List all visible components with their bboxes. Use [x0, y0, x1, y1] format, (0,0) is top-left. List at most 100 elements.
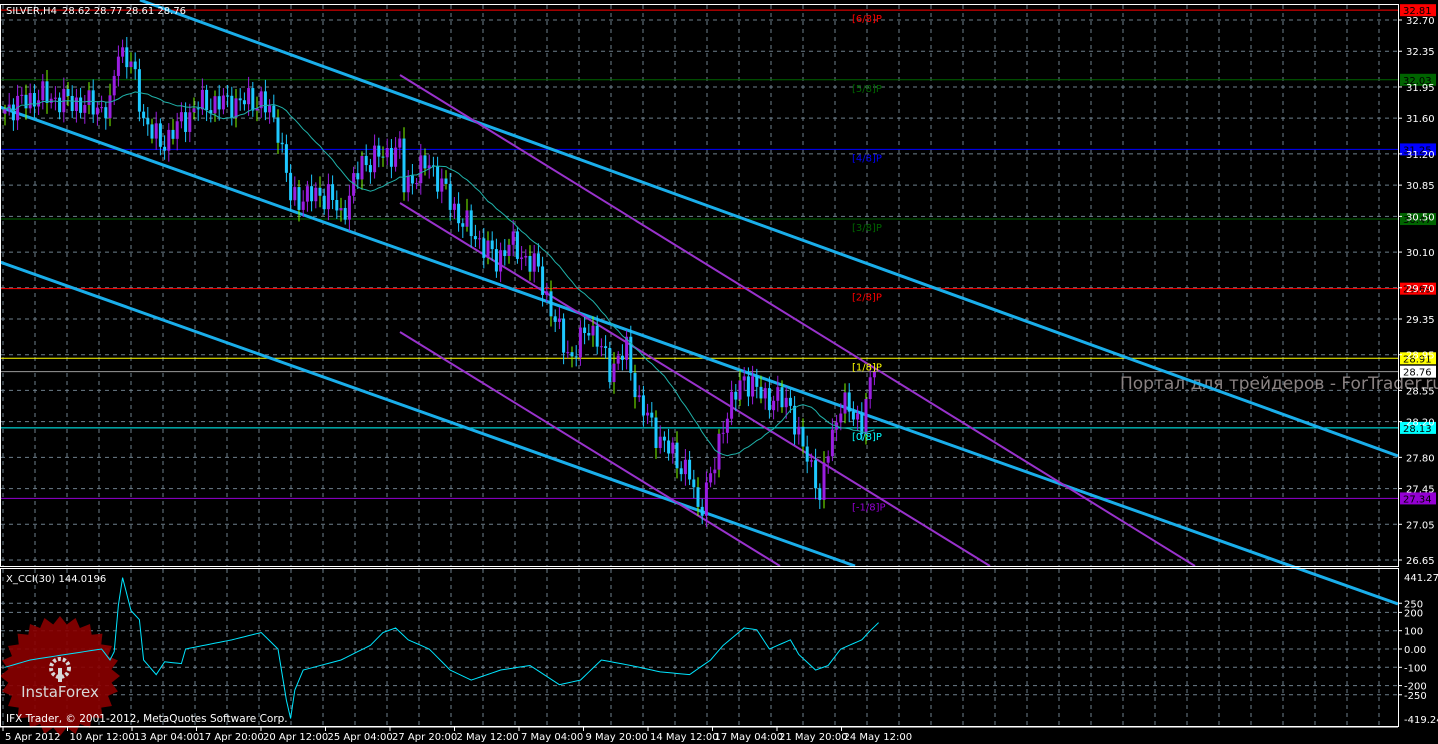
murrey-level-label: [-1/8]P: [852, 502, 886, 513]
pitchfork-lower-line[interactable]: [399, 331, 781, 567]
candle-body: [633, 372, 637, 398]
candle: [772, 395, 776, 420]
cci-label: X_CCI(30) 144.0196: [6, 574, 106, 585]
candle-body: [742, 376, 746, 381]
candle-body: [637, 395, 641, 398]
candle: [494, 238, 498, 278]
candle: [805, 435, 809, 474]
candle-body: [457, 203, 461, 224]
candle: [759, 375, 763, 404]
candle-body: [809, 460, 813, 462]
pitchfork-upper-line[interactable]: [399, 74, 1196, 567]
ohlc-label: 28.62 28.77 28.61 28.76: [62, 6, 186, 17]
candle: [406, 169, 410, 202]
candle: [95, 100, 99, 126]
candle: [469, 204, 473, 248]
candle-body: [486, 240, 490, 258]
candle-body: [217, 96, 221, 110]
candle-body: [247, 88, 251, 105]
candle: [242, 92, 246, 111]
candle: [335, 190, 339, 219]
candle: [188, 103, 192, 143]
channel-lower-line[interactable]: [0, 260, 856, 568]
candle-body: [650, 412, 654, 418]
candle-body: [620, 355, 624, 360]
candle-body: [822, 462, 826, 500]
candle-body: [91, 90, 95, 115]
candle: [667, 428, 671, 461]
candle: [662, 431, 666, 453]
time-tick-label: 24 May 12:00: [844, 732, 913, 743]
candle-body: [419, 155, 423, 184]
candle-body: [230, 95, 234, 118]
candle: [318, 176, 322, 208]
candle: [570, 346, 574, 368]
murrey-levels: [1, 9, 1398, 499]
channel-middle-line[interactable]: [0, 105, 1399, 606]
candle: [133, 52, 137, 80]
candle: [818, 483, 822, 509]
candle-body: [557, 318, 561, 322]
candle-body: [692, 479, 696, 488]
candle-body: [734, 391, 738, 400]
candle: [721, 421, 725, 444]
candle-body: [688, 459, 692, 480]
candle-body: [339, 208, 343, 211]
price-tick-label: 32.70: [1406, 16, 1435, 27]
candle-body: [780, 387, 784, 408]
candle-body: [238, 98, 242, 101]
instaforex-logo-text: InstaForex: [21, 683, 99, 701]
candle: [142, 104, 146, 127]
candle: [436, 156, 440, 199]
candle-body: [851, 411, 855, 420]
candle-body: [108, 95, 112, 119]
trend-channels: [0, 0, 1399, 606]
candle-body: [373, 145, 377, 173]
price-tick-label: 29.70: [1406, 284, 1435, 295]
candle-body: [700, 506, 704, 516]
candle: [595, 315, 599, 355]
candle-body: [578, 327, 582, 358]
candle-body: [205, 89, 209, 111]
candle-body: [587, 333, 591, 336]
price-tick-label: 31.95: [1406, 83, 1435, 94]
candle-body: [402, 138, 406, 193]
price-tick-label: 31.60: [1406, 114, 1435, 125]
candle: [700, 498, 704, 525]
candle: [574, 345, 578, 367]
candle: [74, 88, 78, 123]
candle-body: [751, 376, 755, 397]
candle: [234, 89, 238, 128]
murrey-level-label: [5/8]P: [852, 84, 882, 95]
candle: [62, 77, 66, 123]
candle: [209, 98, 213, 123]
candle: [360, 151, 364, 190]
candle-body: [709, 473, 713, 483]
candle-body: [289, 172, 293, 201]
candle: [671, 437, 675, 464]
candle: [217, 84, 221, 121]
candle-body: [553, 316, 557, 322]
candle: [167, 123, 171, 162]
candle-body: [755, 376, 759, 387]
candle-body: [826, 456, 830, 463]
candle: [725, 412, 729, 444]
candle: [851, 401, 855, 426]
candle-body: [318, 187, 322, 196]
candle-body: [364, 155, 368, 166]
time-tick-label: 9 May 20:00: [586, 732, 648, 743]
candle-body: [746, 376, 750, 397]
price-tick-label: 26.65: [1406, 556, 1435, 567]
candle-body: [788, 397, 792, 406]
price-tick-label: 28.55: [1406, 386, 1435, 397]
candle: [310, 174, 314, 212]
candle: [465, 198, 469, 232]
candle: [566, 340, 570, 359]
candle-body: [234, 98, 238, 118]
candle-body: [158, 123, 162, 147]
price-chart[interactable]: InstaForex Портал для трейдеров - ForTra…: [0, 0, 1438, 744]
candle-body: [641, 395, 645, 416]
candle-body: [511, 231, 515, 245]
candle: [646, 403, 650, 424]
candle-body: [612, 363, 616, 383]
